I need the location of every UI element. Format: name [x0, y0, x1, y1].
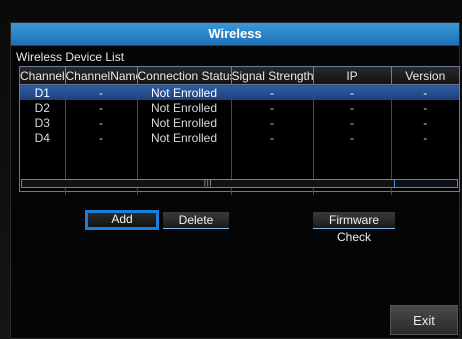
device-table: Channel ChannelName Connection Status Si… — [19, 66, 460, 195]
cell-version: - — [423, 100, 428, 115]
cell-channel: D2 — [20, 100, 66, 115]
cell-signal-strength: - — [231, 84, 314, 100]
table-header-row: Channel ChannelName Connection Status Si… — [20, 67, 459, 85]
cell-connection-status: Not Enrolled — [137, 84, 232, 100]
column-header-connection-status[interactable]: Connection Status — [137, 67, 232, 85]
column-header-ip[interactable]: IP — [313, 67, 392, 85]
table-row[interactable]: D2 - Not Enrolled - - - — [20, 100, 459, 115]
cell-signal-strength: - — [231, 130, 314, 145]
cell-version: - — [391, 84, 459, 100]
table-row[interactable]: D1 - Not Enrolled - - - — [20, 84, 459, 100]
wireless-window: Wireless Wireless Device List Channel Ch… — [10, 22, 460, 339]
cell-channel: D1 — [20, 84, 66, 100]
cell-channel: D3 — [20, 115, 66, 130]
cell-signal-strength: - — [231, 115, 314, 130]
cell-channel-name: - — [65, 100, 138, 115]
cell-signal-strength: - — [231, 100, 314, 115]
cell-connection-status: Not Enrolled — [137, 130, 232, 145]
cell-channel-name: - — [65, 84, 138, 100]
delete-button[interactable]: Delete — [163, 212, 229, 229]
exit-button[interactable]: Exit — [390, 305, 458, 335]
add-button[interactable]: Add — [85, 210, 159, 230]
window-title: Wireless — [11, 23, 459, 46]
cell-channel-name: - — [65, 130, 138, 145]
cell-connection-status: Not Enrolled — [137, 100, 232, 115]
cell-ip: - — [313, 100, 392, 115]
cell-version: - — [423, 115, 428, 130]
column-header-signal-strength[interactable]: Signal Strength — [231, 67, 314, 85]
table-row[interactable]: D4 - Not Enrolled - - - — [20, 130, 459, 145]
column-header-channel-name[interactable]: ChannelName — [65, 67, 138, 85]
cell-channel: D4 — [20, 130, 66, 145]
scrollbar-grip-icon: ||| — [204, 180, 213, 187]
cell-connection-status: Not Enrolled — [137, 115, 232, 130]
cell-channel-name: - — [65, 115, 138, 130]
horizontal-scrollbar[interactable]: ||| — [21, 179, 458, 188]
firmware-check-button[interactable]: Firmware Check — [313, 212, 395, 244]
column-header-channel[interactable]: Channel — [20, 67, 66, 85]
cell-ip: - — [313, 84, 392, 100]
cell-ip: - — [313, 115, 392, 130]
column-header-version[interactable]: Version — [391, 67, 459, 85]
cell-version: - — [423, 130, 428, 145]
cell-ip: - — [313, 130, 392, 145]
device-list-label: Wireless Device List — [16, 50, 125, 64]
table-row[interactable]: D3 - Not Enrolled - - - — [20, 115, 459, 130]
